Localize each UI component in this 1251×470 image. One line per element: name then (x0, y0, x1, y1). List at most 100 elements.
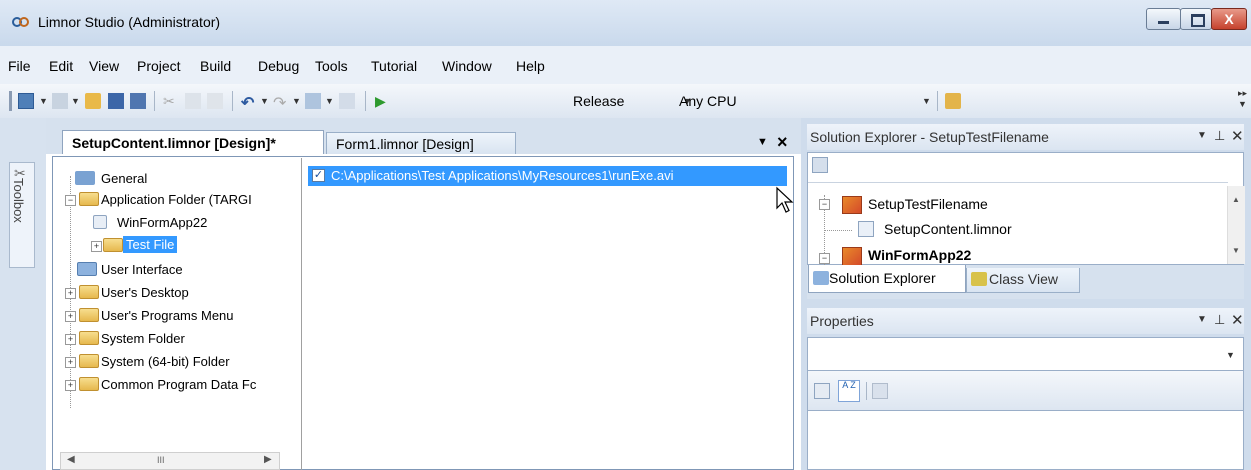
tree-item-general[interactable]: General (55, 168, 295, 188)
properties-icon[interactable] (812, 157, 828, 173)
property-pages-icon[interactable] (872, 383, 888, 399)
collapse-icon[interactable]: − (819, 199, 830, 210)
solution-platform-select[interactable]: Any CPU (675, 93, 917, 111)
panel-menu-chevron-down-icon[interactable]: ▼ (1197, 314, 1207, 325)
toolbar-grip[interactable] (9, 91, 12, 111)
chevron-down-icon[interactable]: ▼ (39, 96, 48, 106)
solution-explorer-icon (813, 271, 829, 285)
menu-tools[interactable]: Tools (315, 58, 348, 74)
menu-view[interactable]: View (89, 58, 119, 74)
navigate-forward-icon[interactable] (339, 93, 355, 109)
tree-item-user-interface[interactable]: User Interface (55, 259, 295, 279)
paste-icon[interactable] (207, 93, 223, 109)
menu-file[interactable]: File (8, 58, 31, 74)
project-icon (842, 196, 862, 214)
chevron-down-icon[interactable]: ▼ (71, 96, 80, 106)
close-panel-icon[interactable]: ✕ (1231, 311, 1244, 329)
menu-project[interactable]: Project (137, 58, 181, 74)
tree-item-users-desktop[interactable]: + User's Desktop (55, 282, 295, 302)
file-checkbox[interactable]: ✓ (312, 169, 325, 182)
tree-item-winformapp22[interactable]: WinFormApp22 (55, 212, 295, 232)
class-view-icon (971, 272, 987, 286)
expand-icon[interactable]: + (65, 357, 76, 368)
close-panel-icon[interactable]: ✕ (1231, 127, 1244, 145)
maximize-button[interactable] (1180, 8, 1212, 30)
solution-explorer-scrollbar[interactable]: ▲ ▼ (1227, 186, 1245, 264)
add-item-icon[interactable] (52, 93, 68, 109)
tree-item-label: General (101, 171, 148, 186)
expand-icon[interactable]: + (65, 288, 76, 299)
document-icon (858, 221, 874, 237)
collapse-icon[interactable]: − (819, 253, 830, 264)
tab-form1-label: Form1.limnor [Design] (336, 136, 474, 152)
solution-explorer-body: − SetupTestFilename SetupContent.limnor … (807, 152, 1244, 266)
chevron-down-icon[interactable]: ▼ (260, 96, 269, 106)
tree-item-common-program-data[interactable]: + Common Program Data Fc (55, 374, 295, 394)
close-document-icon[interactable]: × (777, 132, 788, 153)
tab-list-chevron-down-icon[interactable]: ▼ (757, 136, 768, 148)
tab-solution-explorer[interactable]: Solution Explorer (808, 265, 966, 293)
redo-icon[interactable]: ↷ (273, 93, 289, 112)
tree-item-label: User's Desktop (101, 285, 189, 300)
scroll-down-icon[interactable]: ▼ (1232, 246, 1240, 255)
tree-item-system-folder[interactable]: + System Folder (55, 328, 295, 348)
chevron-down-icon[interactable]: ▼ (922, 96, 931, 106)
tree-item-application-folder[interactable]: − Application Folder (TARGI (55, 189, 295, 209)
tree-item-label: System (64-bit) Folder (101, 354, 230, 369)
cut-icon[interactable]: ✂ (163, 93, 179, 109)
scroll-up-icon[interactable]: ▲ (1232, 195, 1240, 204)
project-label[interactable]: WinFormApp22 (868, 247, 971, 263)
alphabetical-sort-icon[interactable]: A Z (838, 380, 860, 402)
menu-debug[interactable]: Debug (258, 58, 299, 74)
tree-horizontal-scrollbar[interactable]: ◀ III ▶ (60, 452, 280, 470)
toolbar-separator (937, 91, 938, 111)
menu-build[interactable]: Build (200, 58, 231, 74)
scroll-left-icon[interactable]: ◀ (67, 454, 75, 465)
menu-window[interactable]: Window (442, 58, 492, 74)
project-icon (842, 247, 862, 266)
file-list (306, 158, 790, 470)
collapse-icon[interactable]: − (65, 195, 76, 206)
save-all-icon[interactable] (130, 93, 146, 109)
scroll-thumb[interactable]: III (157, 455, 165, 465)
project-label[interactable]: SetupTestFilename (868, 196, 988, 212)
expand-icon[interactable]: + (65, 311, 76, 322)
auto-hide-pin-icon[interactable]: ⊥ (1214, 312, 1225, 328)
menu-edit[interactable]: Edit (49, 58, 73, 74)
toolbar-separator (866, 382, 867, 400)
menu-help[interactable]: Help (516, 58, 545, 74)
panel-menu-chevron-down-icon[interactable]: ▼ (1197, 130, 1207, 141)
auto-hide-pin-icon[interactable]: ⊥ (1214, 128, 1225, 144)
new-project-icon[interactable] (18, 93, 34, 109)
tree-item-users-programs-menu[interactable]: + User's Programs Menu (55, 305, 295, 325)
scroll-right-icon[interactable]: ▶ (264, 454, 272, 465)
find-in-files-icon[interactable] (945, 93, 961, 109)
expand-icon[interactable]: + (65, 380, 76, 391)
tree-item-test-file[interactable]: + Test File (55, 235, 295, 255)
categorized-icon[interactable] (814, 383, 830, 399)
chevron-down-icon[interactable]: ▼ (292, 96, 301, 106)
start-debugging-icon[interactable]: ▶ (375, 93, 391, 109)
navigate-backward-icon[interactable] (305, 93, 321, 109)
open-folder-icon[interactable] (85, 93, 101, 109)
document-label[interactable]: SetupContent.limnor (884, 221, 1012, 237)
menu-tutorial[interactable]: Tutorial (371, 58, 417, 74)
expand-icon[interactable]: + (65, 334, 76, 345)
tree-item-system-64bit-folder[interactable]: + System (64-bit) Folder (55, 351, 295, 371)
maximize-icon (1191, 14, 1205, 27)
copy-icon[interactable] (185, 93, 201, 109)
file-path: C:\Applications\Test Applications\MyReso… (331, 168, 674, 183)
minimize-button[interactable] (1146, 8, 1181, 30)
save-icon[interactable] (108, 93, 124, 109)
toolbar-overflow-icon[interactable]: ▸▸ ▼ (1238, 88, 1247, 109)
solution-config-value: Release (573, 93, 625, 109)
app-logo-icon (12, 17, 29, 27)
close-button[interactable]: X (1211, 8, 1247, 30)
tab-class-view[interactable]: Class View (966, 268, 1080, 293)
properties-object-select[interactable]: ▼ (807, 337, 1244, 371)
general-folder-icon (75, 171, 95, 185)
chevron-down-icon[interactable]: ▼ (325, 96, 334, 106)
undo-icon[interactable]: ↶ (241, 93, 257, 112)
chevron-down-icon[interactable]: ▼ (1226, 350, 1235, 360)
expand-icon[interactable]: + (91, 241, 102, 252)
